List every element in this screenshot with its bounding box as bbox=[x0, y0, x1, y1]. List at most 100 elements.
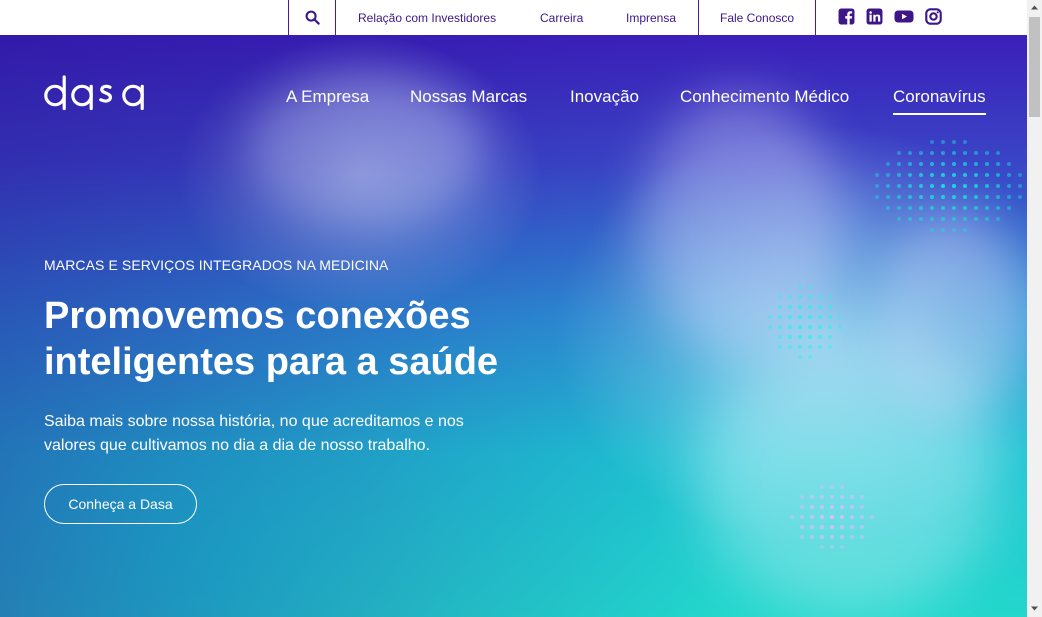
decorative-dot bbox=[860, 535, 864, 539]
decorative-dot bbox=[820, 515, 824, 519]
nav-item-coronavirus[interactable]: Coronavírus bbox=[893, 87, 986, 115]
decorative-dot bbox=[974, 173, 978, 177]
dasa-logo[interactable]: dasa bbox=[44, 75, 146, 111]
search-icon bbox=[305, 10, 320, 25]
link-careers[interactable]: Carreira bbox=[540, 0, 583, 35]
decorative-dot bbox=[952, 206, 956, 210]
decorative-dot bbox=[941, 217, 945, 221]
decorative-dot bbox=[850, 515, 854, 519]
scroll-up-icon[interactable] bbox=[1030, 3, 1039, 12]
decorative-dot bbox=[919, 206, 923, 210]
hero-eyebrow: MARCAS E SERVIÇOS INTEGRADOS NA MEDICINA bbox=[44, 257, 389, 273]
decorative-dot bbox=[800, 515, 804, 519]
nav-item-conhecimento-medico[interactable]: Conhecimento Médico bbox=[680, 87, 849, 111]
vertical-scrollbar[interactable] bbox=[1027, 0, 1042, 617]
decorative-dot bbox=[875, 173, 879, 177]
decorative-dot bbox=[830, 495, 834, 499]
decorative-dot bbox=[908, 184, 912, 188]
nav-item-nossas-marcas[interactable]: Nossas Marcas bbox=[410, 87, 527, 111]
decorative-dot bbox=[820, 485, 824, 489]
scroll-down-icon[interactable] bbox=[1030, 604, 1039, 613]
decorative-dot bbox=[941, 140, 945, 144]
decorative-dot bbox=[808, 295, 812, 299]
decorative-dot bbox=[985, 184, 989, 188]
decorative-dot bbox=[820, 505, 824, 509]
decorative-dot bbox=[1018, 173, 1022, 177]
decorative-dot bbox=[886, 184, 890, 188]
decorative-dot bbox=[941, 195, 945, 199]
decorative-dot bbox=[919, 195, 923, 199]
decorative-dot bbox=[941, 173, 945, 177]
decorative-dot bbox=[778, 295, 782, 299]
conheca-a-dasa-button[interactable]: Conheça a Dasa bbox=[44, 484, 197, 524]
decorative-dot bbox=[788, 315, 792, 319]
decorative-dot bbox=[974, 206, 978, 210]
decorative-dot bbox=[788, 325, 792, 329]
decorative-dot bbox=[840, 535, 844, 539]
decorative-dot bbox=[838, 315, 842, 319]
link-contact[interactable]: Fale Conosco bbox=[720, 0, 794, 35]
decorative-dot bbox=[985, 162, 989, 166]
decorative-dot bbox=[985, 173, 989, 177]
linkedin-icon[interactable] bbox=[866, 8, 883, 25]
link-investor-relations[interactable]: Relação com Investidores bbox=[358, 0, 496, 35]
nav-item-a-empresa[interactable]: A Empresa bbox=[286, 87, 369, 111]
decorative-dot bbox=[1018, 195, 1022, 199]
decorative-dot bbox=[930, 184, 934, 188]
decorative-dot bbox=[810, 525, 814, 529]
link-press[interactable]: Imprensa bbox=[626, 0, 676, 35]
instagram-icon[interactable] bbox=[925, 8, 942, 25]
decorative-dot bbox=[808, 355, 812, 359]
search-button[interactable] bbox=[289, 0, 335, 35]
decorative-dot bbox=[996, 217, 1000, 221]
decorative-dot bbox=[778, 345, 782, 349]
decorative-dot bbox=[788, 295, 792, 299]
decorative-dot bbox=[952, 217, 956, 221]
decorative-dot bbox=[850, 535, 854, 539]
decorative-dot bbox=[963, 140, 967, 144]
decorative-dot bbox=[840, 485, 844, 489]
decorative-dot bbox=[810, 505, 814, 509]
decorative-dot bbox=[860, 505, 864, 509]
hero-title-line: inteligentes para a saúde bbox=[44, 341, 499, 383]
decorative-dot bbox=[952, 184, 956, 188]
decorative-dot bbox=[860, 525, 864, 529]
decorative-dot bbox=[875, 184, 879, 188]
decorative-dot bbox=[850, 525, 854, 529]
decorative-dot bbox=[798, 285, 802, 289]
facebook-icon[interactable] bbox=[838, 8, 855, 25]
decorative-dot bbox=[808, 335, 812, 339]
decorative-dot bbox=[941, 184, 945, 188]
decorative-dot bbox=[886, 162, 890, 166]
decorative-dot bbox=[840, 545, 844, 549]
divider bbox=[335, 0, 336, 35]
decorative-dot bbox=[930, 195, 934, 199]
decorative-dot bbox=[1018, 184, 1022, 188]
decorative-dot bbox=[897, 151, 901, 155]
decorative-dot bbox=[963, 151, 967, 155]
decorative-dot bbox=[828, 315, 832, 319]
decorative-dot bbox=[897, 217, 901, 221]
scrollbar-thumb[interactable] bbox=[1029, 17, 1040, 117]
decorative-dot bbox=[808, 325, 812, 329]
decorative-dot bbox=[818, 345, 822, 349]
decorative-dot bbox=[963, 162, 967, 166]
decorative-dot bbox=[828, 335, 832, 339]
nav-item-inovacao[interactable]: Inovação bbox=[570, 87, 639, 111]
decorative-dot bbox=[830, 485, 834, 489]
decorative-dot bbox=[800, 525, 804, 529]
decorative-dot bbox=[952, 228, 956, 232]
decorative-dot bbox=[798, 295, 802, 299]
decorative-dot bbox=[974, 217, 978, 221]
hero-subtitle: Saiba mais sobre nossa história, no que … bbox=[44, 413, 464, 454]
decorative-dot bbox=[908, 151, 912, 155]
decorative-dot bbox=[897, 184, 901, 188]
youtube-icon[interactable] bbox=[894, 8, 914, 25]
decorative-dot bbox=[808, 285, 812, 289]
decorative-dot bbox=[828, 295, 832, 299]
decorative-dot bbox=[908, 195, 912, 199]
decorative-dot bbox=[850, 495, 854, 499]
decorative-dot bbox=[810, 495, 814, 499]
decorative-dot bbox=[930, 217, 934, 221]
decorative-dot bbox=[870, 515, 874, 519]
